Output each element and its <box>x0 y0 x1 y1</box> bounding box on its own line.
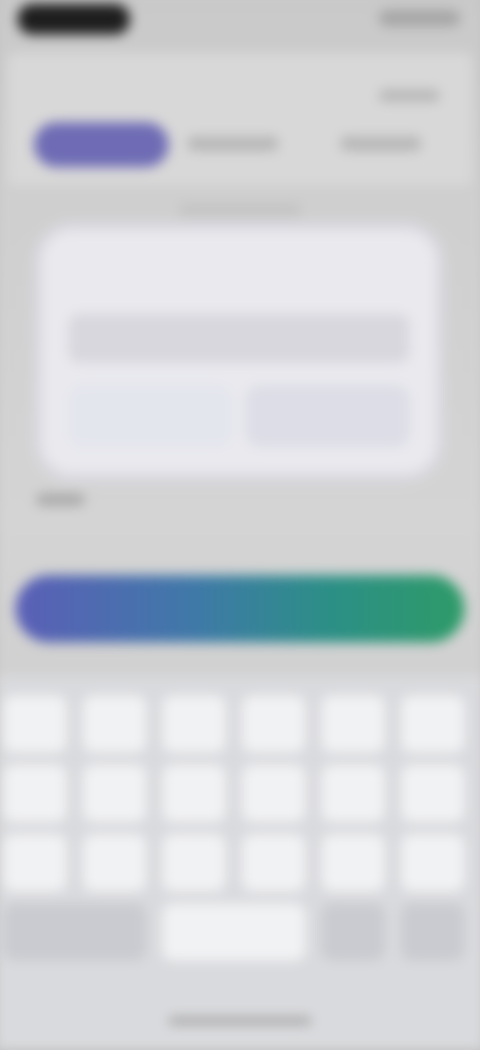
keyboard-key[interactable] <box>401 834 465 892</box>
keyboard-key[interactable] <box>82 695 147 753</box>
keyboard-key[interactable] <box>3 764 67 822</box>
status-time-pill <box>17 3 130 35</box>
confirm-button[interactable] <box>246 385 410 447</box>
keyboard-key[interactable] <box>162 834 226 892</box>
keyboard-key[interactable] <box>321 695 385 753</box>
keyboard-key[interactable] <box>321 764 385 822</box>
keyboard-key[interactable] <box>242 695 306 753</box>
keyboard-key[interactable] <box>321 834 385 892</box>
keyboard-key[interactable] <box>401 764 465 822</box>
keyboard-key[interactable] <box>162 695 226 753</box>
hint-text <box>178 203 302 217</box>
home-indicator <box>168 1017 312 1024</box>
keyboard-function-key[interactable] <box>321 903 385 961</box>
form-label <box>36 493 85 506</box>
tab-bar <box>33 122 442 171</box>
dialog-buttons <box>68 385 410 448</box>
input-dialog <box>42 230 436 474</box>
keyboard-key[interactable] <box>242 834 306 892</box>
keyboard-function-key[interactable] <box>3 903 147 961</box>
app-screen <box>0 0 480 1050</box>
primary-action-button[interactable] <box>15 575 465 643</box>
backspace-key[interactable] <box>401 903 465 961</box>
keyboard-key[interactable] <box>162 764 226 822</box>
cancel-button[interactable] <box>68 385 232 447</box>
tab-second[interactable] <box>186 136 279 151</box>
dialog-input-field[interactable] <box>68 313 410 363</box>
keyboard-key[interactable] <box>82 834 147 892</box>
keyboard-key[interactable] <box>3 695 67 753</box>
header-top-right-link[interactable] <box>378 89 440 102</box>
status-indicators <box>378 10 461 27</box>
keyboard-key[interactable] <box>162 903 306 961</box>
keyboard-key[interactable] <box>242 764 306 822</box>
keyboard-key[interactable] <box>82 764 147 822</box>
onscreen-keyboard <box>0 675 480 1050</box>
tab-active[interactable] <box>33 122 169 168</box>
keyboard-key[interactable] <box>3 834 67 892</box>
tab-third[interactable] <box>339 136 422 151</box>
status-bar <box>0 0 480 51</box>
keyboard-key[interactable] <box>401 695 465 753</box>
